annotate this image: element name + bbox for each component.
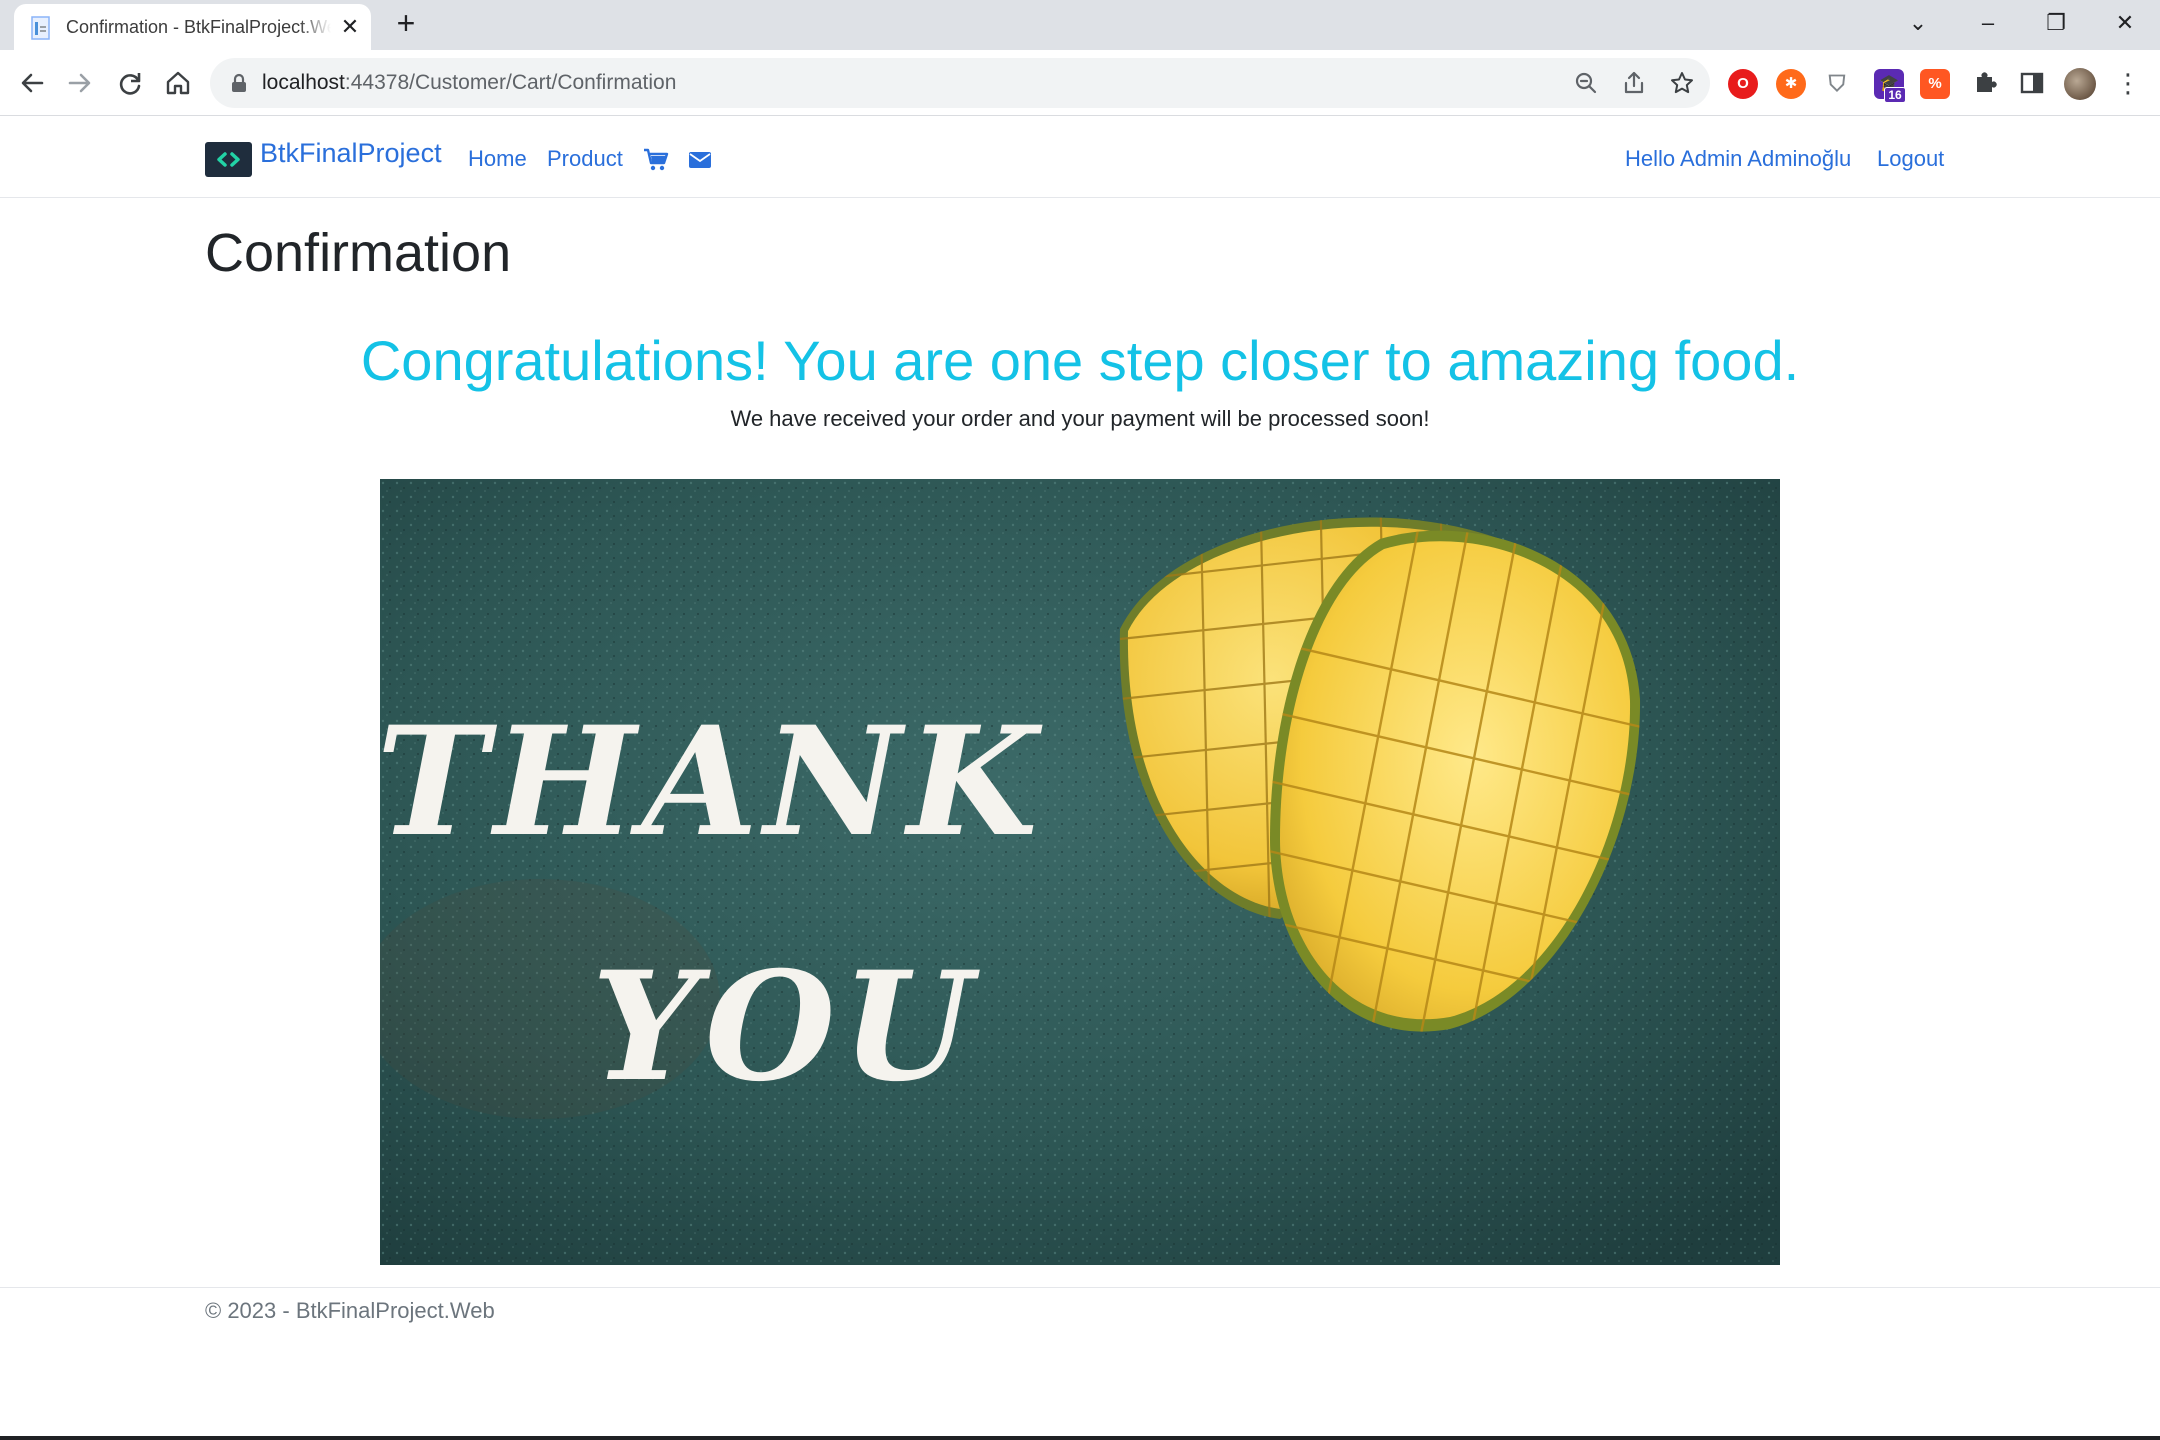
url-host: localhost	[262, 71, 345, 94]
browser-tab-active[interactable]: Confirmation - BtkFinalProject.Web ✕	[14, 4, 371, 50]
url-text[interactable]: localhost:44378/Customer/Cart/Confirmati…	[262, 71, 676, 95]
minimize-button[interactable]: –	[1968, 8, 2008, 38]
lock-icon[interactable]	[228, 72, 250, 94]
close-window-button[interactable]: ✕	[2105, 8, 2145, 38]
menu-kebab-icon[interactable]: ⋮	[2112, 67, 2144, 99]
profile-avatar[interactable]	[2064, 68, 2096, 100]
shopping-cart-icon[interactable]	[643, 148, 669, 172]
zoom-icon[interactable]	[1572, 69, 1600, 97]
opera-adblock-extension-icon[interactable]: O	[1728, 69, 1758, 99]
shield-extension-icon[interactable]: ⛉	[1822, 69, 1852, 99]
thank-text: THANK	[380, 694, 1044, 870]
nav-link-home[interactable]: Home	[468, 146, 527, 172]
bookmark-star-icon[interactable]	[1668, 69, 1696, 97]
close-tab-icon[interactable]: ✕	[337, 14, 363, 40]
side-panel-icon[interactable]	[2016, 67, 2048, 99]
reload-icon[interactable]	[114, 67, 146, 99]
tab-search-chevron-icon[interactable]: ⌄	[1898, 8, 1938, 38]
document-icon	[31, 16, 50, 40]
home-icon[interactable]	[162, 67, 194, 99]
footer: © 2023 - BtkFinalProject.Web	[0, 1287, 2160, 1387]
extension-badge: 16	[1884, 87, 1906, 103]
page-title: Confirmation	[205, 223, 512, 283]
nav-link-product[interactable]: Product	[547, 146, 623, 172]
envelope-icon[interactable]	[688, 149, 712, 171]
back-arrow-icon[interactable]	[16, 67, 48, 99]
nav-link-logout[interactable]: Logout	[1877, 146, 1944, 172]
browser-toolbar: localhost:44378/Customer/Cart/Confirmati…	[0, 50, 2160, 116]
tab-title: Confirmation - BtkFinalProject.Web	[66, 17, 331, 37]
browser-tab-bar: Confirmation - BtkFinalProject.Web ✕ + ⌄…	[0, 0, 2160, 50]
forward-arrow-icon[interactable]	[64, 67, 96, 99]
restore-button[interactable]: ❐	[2036, 8, 2076, 38]
you-text: YOU	[592, 939, 981, 1115]
new-tab-button[interactable]: +	[390, 7, 422, 40]
share-icon[interactable]	[1620, 69, 1648, 97]
thank-you-image: THANK YOU	[380, 479, 1780, 1265]
thank-you-illustration: THANK YOU	[380, 479, 1780, 1265]
address-bar[interactable]: localhost:44378/Customer/Cart/Confirmati…	[210, 58, 1710, 108]
brand-link[interactable]: BtkFinalProject	[260, 138, 442, 169]
window-bottom-border	[0, 1436, 2160, 1440]
orange-extension-icon[interactable]: ✱	[1776, 69, 1806, 99]
nav-greeting-link[interactable]: Hello Admin Adminoğlu	[1625, 146, 1851, 172]
congratulations-heading: Congratulations! You are one step closer…	[360, 329, 1800, 392]
percent-extension-icon[interactable]: %	[1920, 69, 1950, 99]
page: BtkFinalProject Home Product Hello Admin…	[0, 116, 2160, 1436]
url-path: :44378/Customer/Cart/Confirmation	[344, 71, 677, 94]
order-received-message: We have received your order and your pay…	[730, 406, 1430, 431]
site-navbar: BtkFinalProject Home Product Hello Admin…	[0, 116, 2160, 198]
footer-copyright: © 2023 - BtkFinalProject.Web	[205, 1298, 495, 1323]
extensions-puzzle-icon[interactable]	[1968, 67, 2000, 99]
brand-logo-icon[interactable]	[205, 142, 252, 177]
